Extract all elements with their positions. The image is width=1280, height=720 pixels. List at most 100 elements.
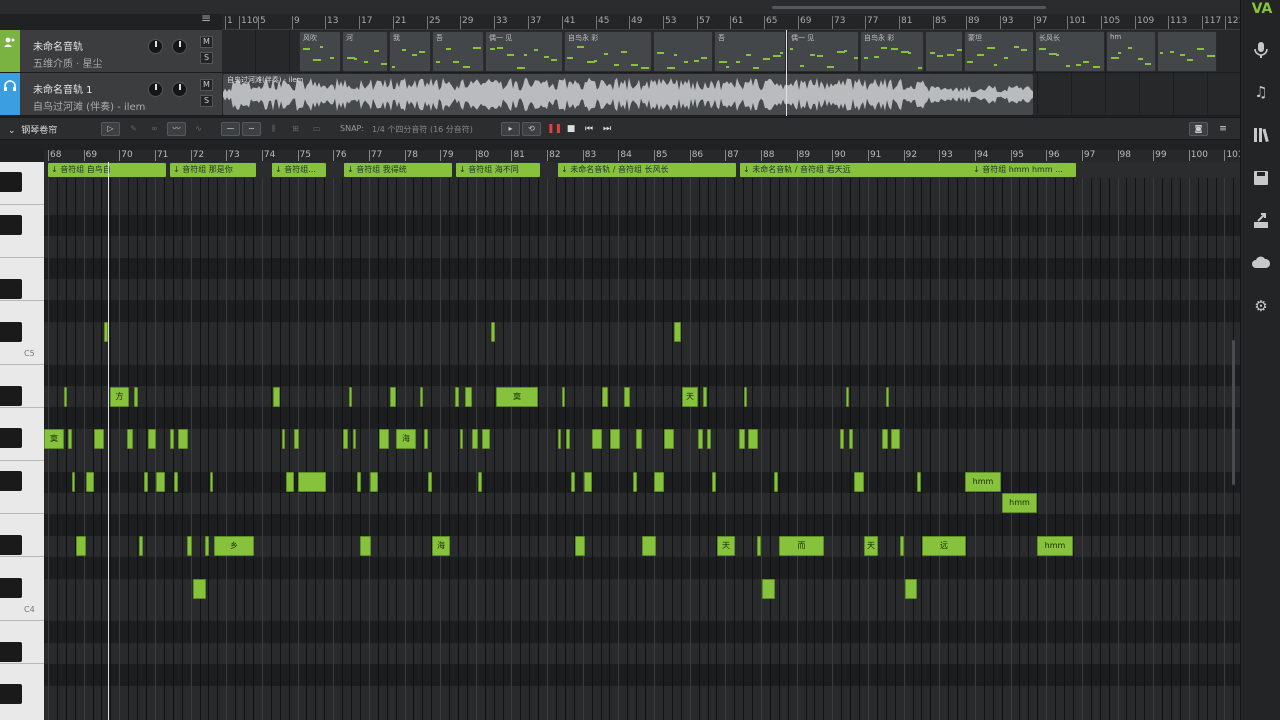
audio-clip[interactable]: 自鸟过河滩(伴奏) - ilem	[223, 74, 1033, 115]
black-key[interactable]	[0, 535, 22, 555]
select-tool-button[interactable]: ▷	[101, 122, 120, 136]
pitch-curve-button[interactable]: 〰	[167, 122, 186, 136]
note[interactable]	[478, 472, 482, 492]
stop-icon[interactable]: ■	[565, 123, 577, 135]
black-key[interactable]	[0, 471, 22, 491]
note[interactable]	[465, 387, 472, 407]
track-lane-audio[interactable]: 自鸟过河滩(伴奏) - ilem	[222, 73, 1240, 116]
note[interactable]	[370, 472, 378, 492]
note[interactable]	[840, 429, 844, 449]
track-header-audio[interactable]: 未命名音轨 1 自鸟过河滩 (伴奏) - ilem M S	[0, 73, 222, 116]
note-group[interactable]: ↓ 音符组 hmm hmm ...	[970, 163, 1070, 177]
note[interactable]: hmm	[1037, 536, 1073, 556]
note[interactable]: 远	[922, 536, 966, 556]
note[interactable]	[674, 322, 681, 342]
piano-roll-playhead[interactable]	[108, 162, 109, 720]
note[interactable]: 天	[864, 536, 878, 556]
note[interactable]	[174, 472, 178, 492]
note[interactable]	[390, 387, 396, 407]
black-key[interactable]	[0, 322, 22, 342]
camera-icon[interactable]: ◙	[1189, 122, 1208, 136]
pitch-reference-button[interactable]: ⊞	[286, 122, 305, 136]
play-from-cursor-button[interactable]: ▸	[501, 122, 520, 136]
note[interactable]	[360, 536, 371, 556]
note[interactable]: 寞	[44, 429, 64, 449]
note[interactable]	[712, 472, 716, 492]
note[interactable]	[624, 387, 630, 407]
volume-knob[interactable]	[148, 39, 163, 54]
note[interactable]: 天	[717, 536, 735, 556]
microphone-icon[interactable]	[1251, 40, 1271, 60]
arrangement-ruler[interactable]: 1 110 5 9 13 17 21 25 29 33 37 41 45 49 53 57 61 65 69 73 77…	[222, 14, 1244, 30]
link-tool-button[interactable]: ∞	[145, 122, 164, 136]
note[interactable]	[379, 429, 389, 449]
vocal-clip[interactable]	[653, 31, 713, 72]
note[interactable]	[744, 387, 747, 407]
black-key[interactable]	[0, 578, 22, 598]
loop-button[interactable]: ⟲	[522, 122, 541, 136]
note[interactable]	[886, 387, 889, 407]
note[interactable]	[636, 429, 642, 449]
note[interactable]	[707, 429, 711, 449]
note[interactable]	[64, 387, 67, 407]
note[interactable]	[139, 536, 143, 556]
note[interactable]	[357, 472, 361, 492]
vocal-clip[interactable]: 自鸟永 彩	[564, 31, 652, 72]
vocal-clip[interactable]: 蒙坦	[964, 31, 1034, 72]
black-key[interactable]	[0, 386, 22, 406]
note[interactable]: 而	[779, 536, 824, 556]
note[interactable]	[846, 387, 849, 407]
note[interactable]	[94, 429, 104, 449]
note[interactable]	[900, 536, 904, 556]
note[interactable]	[210, 472, 213, 492]
note[interactable]	[575, 536, 585, 556]
note[interactable]	[482, 429, 490, 449]
note[interactable]	[566, 429, 570, 449]
track-menu-icon[interactable]: ≡	[199, 12, 213, 24]
vocal-clip[interactable]: 我	[389, 31, 431, 72]
phoneme-button[interactable]: ▭	[307, 122, 326, 136]
note[interactable]	[460, 429, 463, 449]
note[interactable]: hmm	[1002, 493, 1037, 513]
note[interactable]	[298, 472, 326, 492]
note[interactable]	[349, 387, 352, 407]
note[interactable]	[205, 536, 209, 556]
note[interactable]	[420, 387, 423, 407]
note-group[interactable]: ↓ 音符组 自鸟自	[48, 163, 166, 177]
note[interactable]	[854, 472, 864, 492]
vocal-clip[interactable]: 吾	[432, 31, 484, 72]
note[interactable]	[72, 472, 75, 492]
note[interactable]	[68, 429, 72, 449]
note[interactable]	[294, 429, 299, 449]
library-icon[interactable]	[1251, 125, 1271, 145]
track-header-vocal[interactable]: 未命名音轨 五维介质 · 星尘 M S	[0, 30, 222, 73]
scroll-thumb[interactable]	[772, 6, 1046, 9]
note[interactable]	[703, 387, 707, 407]
vibrato-button[interactable]: ∿	[189, 122, 208, 136]
note[interactable]: hmm	[965, 472, 1001, 492]
note[interactable]	[127, 429, 133, 449]
track-singer[interactable]: 五维介质 · 星尘	[33, 55, 103, 70]
volume-knob[interactable]	[148, 82, 163, 97]
vocal-clip[interactable]: 偶一 见	[787, 31, 859, 72]
waveform-toggle-button[interactable]: ⫼	[264, 122, 283, 136]
vocal-clip[interactable]: 自鸟永 彩	[860, 31, 924, 72]
note-group[interactable]: ↓ 未命名音轨 / 音符组 长风长	[558, 163, 736, 177]
black-key[interactable]	[0, 215, 22, 235]
note[interactable]	[762, 579, 775, 599]
note-group[interactable]: ↓ 音符组...	[272, 163, 326, 177]
mute-button[interactable]: M	[200, 79, 213, 91]
track-lane-vocal[interactable]: 风吹 河 我 吾 偶一 见 自鸟永 彩 吾 偶一 见 自鸟永 彩 蒙坦 长风长 hm	[222, 30, 1240, 73]
note[interactable]	[748, 429, 758, 449]
note[interactable]: 寞	[496, 387, 538, 407]
skip-back-icon[interactable]: ⏮	[583, 123, 595, 135]
note[interactable]	[757, 536, 761, 556]
note[interactable]	[144, 472, 148, 492]
note[interactable]	[610, 429, 620, 449]
note-group[interactable]: ↓ 音符组 我得统	[344, 163, 452, 177]
vocal-clip[interactable]: hm	[1106, 31, 1156, 72]
vocal-clip[interactable]	[1157, 31, 1217, 72]
note[interactable]	[343, 429, 348, 449]
note[interactable]	[282, 429, 285, 449]
music-note-icon[interactable]: ♫	[1251, 82, 1271, 102]
